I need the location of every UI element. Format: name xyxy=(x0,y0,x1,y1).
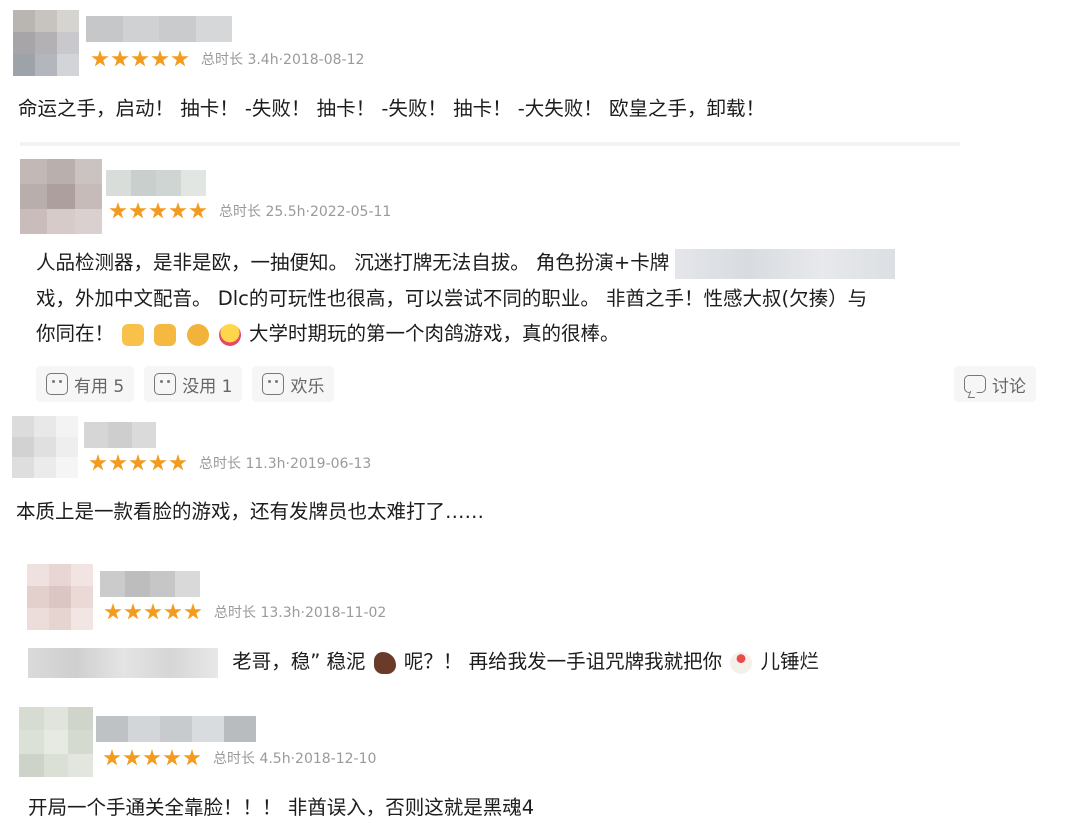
review-text: 命运之手，启动！ 抽卡！ -失败！ 抽卡！ -失败！ 抽卡！ -大失败！ 欧皇之… xyxy=(18,97,765,120)
chicken-icon xyxy=(730,651,753,674)
useless-button[interactable]: 没用 1 xyxy=(144,366,243,402)
star-icon xyxy=(183,749,201,766)
useful-button[interactable]: 有用 5 xyxy=(36,366,135,402)
playtime-date: 总时长 4.5h·2018-12-10 xyxy=(213,751,377,767)
review-text-segment: 你同在！ xyxy=(36,322,115,345)
useless-label: 没用 1 xyxy=(182,376,233,397)
review-text-segment: 呢？！ 再给我发一手诅咒牌我就把你 xyxy=(403,650,723,673)
star-icon xyxy=(103,749,121,766)
username-blurred[interactable] xyxy=(100,571,200,597)
avatar[interactable] xyxy=(20,159,102,234)
star-icon xyxy=(149,202,167,219)
username-blurred[interactable] xyxy=(106,170,206,196)
divider xyxy=(20,142,960,146)
username-blurred[interactable] xyxy=(84,422,156,448)
review-text-segment: 儿锤烂 xyxy=(760,650,820,673)
chat-bubble-icon xyxy=(964,375,986,393)
victory-hand-icon xyxy=(122,323,145,346)
thumb-face-icon xyxy=(46,373,68,395)
star-icon xyxy=(109,202,127,219)
star-rating xyxy=(104,603,202,621)
star-icon xyxy=(184,603,202,620)
star-rating xyxy=(109,202,207,220)
star-icon xyxy=(129,454,147,471)
star-icon xyxy=(131,50,149,67)
star-icon xyxy=(91,50,109,67)
playtime-date: 总时长 25.5h·2022-05-11 xyxy=(219,204,392,220)
review-actions: 有用 5 没用 1 欢乐 xyxy=(36,366,335,402)
star-icon xyxy=(104,603,122,620)
star-icon xyxy=(89,454,107,471)
username-blurred[interactable] xyxy=(96,716,256,742)
playtime-date: 总时长 11.3h·2019-06-13 xyxy=(199,456,372,472)
useful-label: 有用 5 xyxy=(74,376,125,397)
review-meta: 总时长 4.5h·2018-12-10 xyxy=(103,747,376,769)
star-rating xyxy=(103,749,201,767)
username-blurred[interactable] xyxy=(86,16,232,42)
star-icon xyxy=(151,50,169,67)
review-text-line: 戏，外加中文配音。 Dlc的可玩性也很高，可以尝试不同的职业。 非酋之手！性感大… xyxy=(36,287,868,310)
laughing-face-icon xyxy=(218,323,241,346)
laugh-face-icon xyxy=(262,373,285,395)
review-text-segment: 人品检测器，是非是欧，一抽便知。 沉迷打牌无法自拔。 角色扮演+卡牌 xyxy=(36,251,670,274)
clapping-hands-icon xyxy=(186,323,209,346)
star-icon xyxy=(149,454,167,471)
review-text-line: 老哥，稳” 稳泥 呢？！ 再给我发一手诅咒牌我就把你 儿锤烂 xyxy=(28,643,819,680)
fun-label: 欢乐 xyxy=(290,376,325,397)
playtime-date: 总时长 3.4h·2018-08-12 xyxy=(201,52,365,68)
neutral-face-icon xyxy=(154,373,177,395)
star-icon xyxy=(143,749,161,766)
fun-button[interactable]: 欢乐 xyxy=(252,366,335,402)
review-text-line: 人品检测器，是非是欧，一抽便知。 沉迷打牌无法自拔。 角色扮演+卡牌 xyxy=(36,244,896,281)
star-icon xyxy=(111,50,129,67)
star-icon xyxy=(171,50,189,67)
blurred-text xyxy=(675,248,896,279)
review-meta: 总时长 11.3h·2019-06-13 xyxy=(89,452,371,474)
avatar[interactable] xyxy=(27,564,93,630)
star-rating xyxy=(89,454,187,472)
discuss-button[interactable]: 讨论 xyxy=(954,366,1036,402)
star-icon xyxy=(169,202,187,219)
star-icon xyxy=(129,202,147,219)
review-meta: 总时长 13.3h·2018-11-02 xyxy=(104,601,386,623)
review-text: 本质上是一款看脸的游戏，还有发牌员也太难打了…… xyxy=(16,500,485,523)
review-meta: 总时长 3.4h·2018-08-12 xyxy=(91,48,364,70)
avatar[interactable] xyxy=(13,10,79,76)
star-icon xyxy=(164,603,182,620)
victory-hand-icon xyxy=(154,323,177,346)
star-icon xyxy=(124,603,142,620)
review-text-segment: 大学时期玩的第一个肉鸽游戏，真的很棒。 xyxy=(249,322,620,345)
review-text-segment: 老哥，稳” 稳泥 xyxy=(232,650,366,673)
discuss-label: 讨论 xyxy=(992,376,1026,397)
horse-icon xyxy=(373,651,396,674)
star-icon xyxy=(189,202,207,219)
avatar[interactable] xyxy=(12,416,78,478)
star-rating xyxy=(91,50,189,68)
star-icon xyxy=(123,749,141,766)
review-meta: 总时长 25.5h·2022-05-11 xyxy=(109,200,391,222)
star-icon xyxy=(169,454,187,471)
review-text: 开局一个手通关全靠脸！！！ 非酋误入，否则这就是黑魂4 xyxy=(28,796,535,819)
review-text-line: 你同在！ 大学时期玩的第一个肉鸽游戏，真的很棒。 xyxy=(36,315,620,352)
star-icon xyxy=(163,749,181,766)
blurred-text xyxy=(28,647,218,678)
avatar[interactable] xyxy=(19,707,93,777)
star-icon xyxy=(109,454,127,471)
star-icon xyxy=(144,603,162,620)
playtime-date: 总时长 13.3h·2018-11-02 xyxy=(214,605,387,621)
